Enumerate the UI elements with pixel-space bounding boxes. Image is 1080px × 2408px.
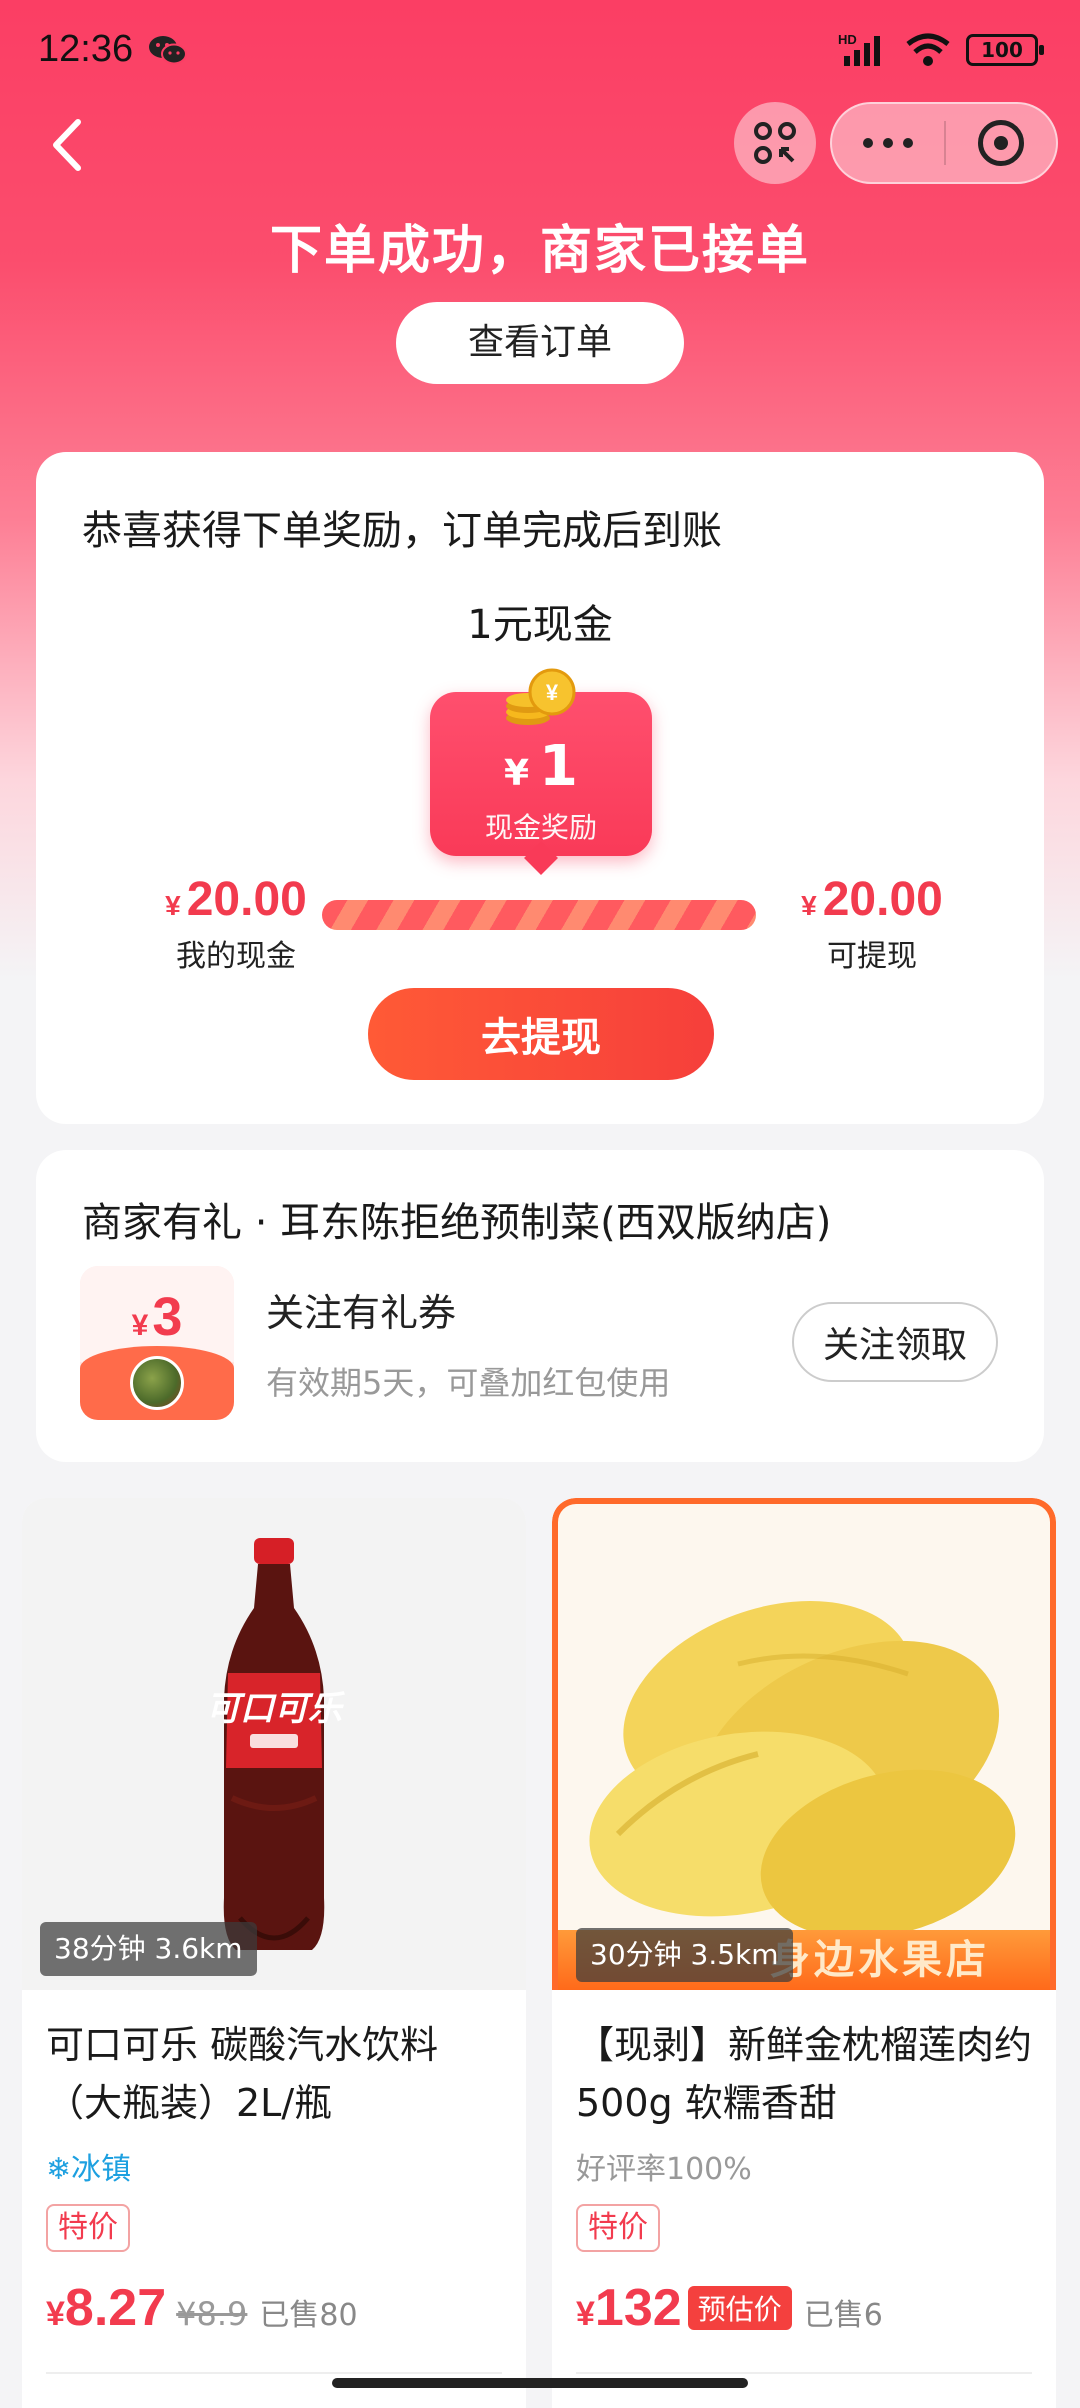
battery-icon: 100 xyxy=(966,34,1044,66)
bubble-value: 1 xyxy=(539,734,579,799)
svg-text:¥: ¥ xyxy=(546,680,559,705)
merchant-gift-card: 商家有礼 · 耳东陈拒绝预制菜(西双版纳店) ¥3 关注有礼券 有效期5天，可叠… xyxy=(36,1150,1044,1462)
product-feature-tag: ❄冰镇 xyxy=(46,2152,132,2187)
product-image[interactable]: 身边水果店 30分钟 3.5km xyxy=(552,1498,1056,1990)
price-row: ¥132 预估价 已售6 xyxy=(576,2278,883,2338)
coupon-description: 有效期5天，可叠加红包使用 xyxy=(266,1364,671,1402)
status-indicators: HD 100 xyxy=(838,28,1044,72)
sold-count: 已售80 xyxy=(259,2298,358,2333)
product-card[interactable]: 身边水果店 30分钟 3.5km 【现剥】新鲜金枕榴莲肉约500g 软糯香甜 好… xyxy=(552,1498,1056,2408)
promo-tag: 特价 xyxy=(576,2204,660,2252)
home-indicator[interactable] xyxy=(332,2378,748,2388)
coupon-image: ¥3 xyxy=(80,1266,234,1420)
bubble-currency: ¥ xyxy=(503,753,530,794)
my-cash-value: 20.00 xyxy=(186,873,307,926)
dish-thumbnail xyxy=(130,1356,184,1410)
reward-title: 恭喜获得下单奖励，订单完成后到账 xyxy=(82,508,722,554)
my-cash-currency: ¥ xyxy=(165,890,181,921)
durian-image xyxy=(589,1601,1016,1939)
withdraw-button[interactable]: 去提现 xyxy=(368,988,714,1080)
more-dots-icon[interactable] xyxy=(832,104,944,182)
rating-tag: 好评率100% xyxy=(576,2152,752,2187)
product-image[interactable]: 可口可乐 38分钟 3.6km xyxy=(22,1498,526,1990)
cash-progress-bar xyxy=(322,900,756,930)
coins-icon: ¥ xyxy=(506,668,576,725)
scan-button[interactable] xyxy=(734,102,816,184)
estimate-price-badge: 预估价 xyxy=(687,2286,792,2330)
product-name[interactable]: 可口可乐 碳酸汽水饮料（大瓶装）2L/瓶 xyxy=(46,2016,506,2132)
delivery-eta-badge: 30分钟 3.5km xyxy=(576,1928,793,1982)
delivery-eta-badge: 38分钟 3.6km xyxy=(40,1922,257,1976)
battery-level: 100 xyxy=(981,38,1023,62)
product-name[interactable]: 【现剥】新鲜金枕榴莲肉约500g 软糯香甜 xyxy=(576,2016,1036,2132)
price-currency: ¥ xyxy=(576,2295,595,2333)
wifi-icon xyxy=(906,33,950,66)
withdrawable-currency: ¥ xyxy=(801,890,817,921)
price-row: ¥8.27 ¥8.9 已售80 xyxy=(46,2278,358,2338)
view-order-button[interactable]: 查看订单 xyxy=(396,302,684,384)
withdrawable-label: 可提现 xyxy=(827,939,917,974)
coupon-currency: ¥ xyxy=(131,1309,149,1342)
coupon-name: 关注有礼券 xyxy=(266,1291,457,1335)
svg-text:可口可乐: 可口可乐 xyxy=(206,1689,345,1729)
my-cash-label: 我的现金 xyxy=(176,939,296,974)
status-time: 12:36 xyxy=(38,28,134,70)
page-title: 下单成功，商家已接单 xyxy=(269,221,810,281)
scan-icon xyxy=(754,122,796,164)
follow-claim-button[interactable]: 关注领取 xyxy=(792,1302,998,1382)
my-cash: ¥20.00 我的现金 xyxy=(126,872,346,975)
coupon-value: 3 xyxy=(152,1287,183,1347)
reward-card: 恭喜获得下单奖励，订单完成后到账 1元现金 ¥1 现金奖励 ¥ ¥20.00 我… xyxy=(36,452,1044,1124)
merchant-title: 商家有礼 · 耳东陈拒绝预制菜(西双版纳店) xyxy=(82,1200,832,1246)
network-label: HD xyxy=(838,32,857,47)
sold-count: 已售6 xyxy=(803,2298,883,2333)
cola-bottle-image: 可口可乐 xyxy=(206,1538,345,1950)
bubble-caption: 现金奖励 xyxy=(484,811,597,844)
withdrawable-value: 20.00 xyxy=(822,873,943,926)
signal-icon: HD xyxy=(838,32,880,66)
product-price: 132 xyxy=(594,2279,682,2337)
reward-amount-label: 1元现金 xyxy=(467,602,613,648)
back-icon[interactable] xyxy=(44,110,94,180)
product-card[interactable]: 可口可乐 38分钟 3.6km 可口可乐 碳酸汽水饮料（大瓶装）2L/瓶 ❄冰镇… xyxy=(22,1498,526,2408)
promo-tag: 特价 xyxy=(46,2204,130,2252)
product-price: 8.27 xyxy=(64,2279,167,2337)
withdrawable-cash: ¥20.00 可提现 xyxy=(772,872,972,975)
original-price: ¥8.9 xyxy=(176,2295,248,2333)
status-bar: 12:36 HD 100 xyxy=(0,0,1080,100)
miniapp-capsule xyxy=(830,102,1058,184)
price-currency: ¥ xyxy=(46,2295,65,2333)
target-icon[interactable] xyxy=(946,104,1056,182)
wechat-icon xyxy=(149,36,187,65)
